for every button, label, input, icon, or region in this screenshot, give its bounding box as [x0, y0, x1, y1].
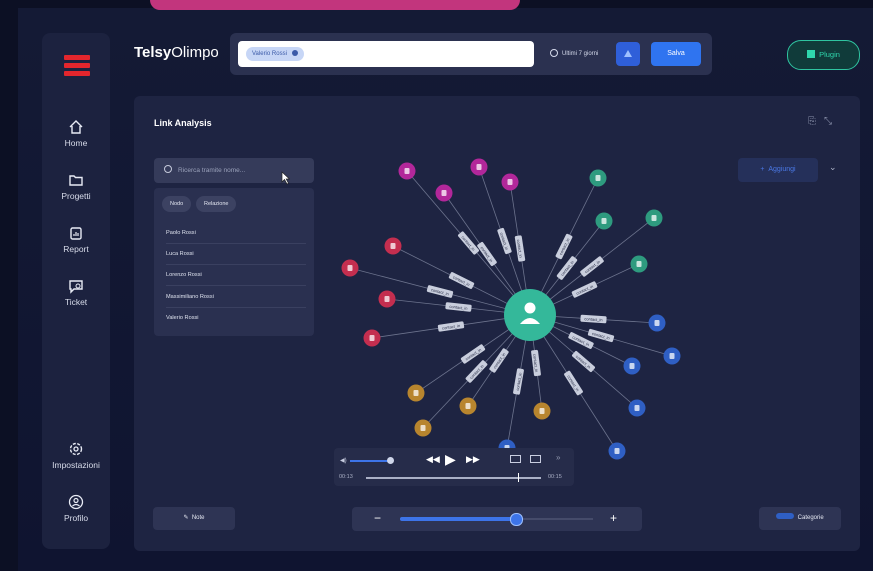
node-type-icon [601, 218, 607, 224]
node-type-icon [636, 261, 642, 267]
edge-label: contact_in [497, 227, 512, 255]
category-button[interactable]: Categorie [759, 507, 841, 530]
edge-label: contact_in [477, 241, 497, 267]
forward-icon[interactable]: ▶▶ [466, 454, 480, 465]
node-type-icon [614, 448, 620, 454]
volume-handle[interactable] [387, 457, 394, 464]
node-type-icon [629, 363, 635, 369]
node-type-icon [420, 425, 426, 431]
edge-label: contact_in [445, 302, 472, 312]
node-type-icon [465, 403, 471, 409]
zoom-out-button[interactable]: − [374, 511, 381, 525]
video-progress-handle[interactable] [517, 473, 520, 482]
edge-label: contact_in [531, 349, 541, 377]
edge-label: contact_in [513, 368, 524, 395]
edge-label: contact_in [437, 321, 465, 332]
zoom-handle[interactable] [509, 513, 523, 526]
node-type-icon [651, 215, 657, 221]
edge-label: contact_in [587, 328, 615, 343]
category-toggle-icon [776, 513, 795, 519]
node-type-icon [634, 405, 640, 411]
node-type-icon [539, 408, 545, 414]
edge-label: contact_in [448, 272, 475, 289]
volume-slider[interactable] [350, 460, 390, 462]
person-icon [524, 302, 536, 314]
svg-text:contact_in: contact_in [532, 354, 539, 373]
svg-text:contact_in: contact_in [460, 235, 476, 252]
edge-label: contact_in [555, 233, 573, 260]
node-type-icon [441, 190, 447, 196]
zoom-fill [400, 517, 516, 521]
note-button[interactable]: ✎ Note [153, 507, 235, 530]
edge-label: contact_in [571, 281, 598, 298]
node-type-icon [507, 179, 513, 185]
svg-text:contact_in: contact_in [566, 374, 580, 392]
node-type-icon [669, 353, 675, 359]
more-icon[interactable]: » [556, 453, 560, 462]
edge-label: contact_in [580, 256, 604, 277]
node-type-icon [384, 296, 390, 302]
node-type-icon [369, 335, 375, 341]
node-type-icon [476, 164, 482, 170]
volume-icon[interactable]: ◀) [340, 457, 347, 464]
svg-text:contact_in: contact_in [469, 363, 485, 380]
node-type-icon [404, 168, 410, 174]
video-player-controls: ◀) ◀◀ ▶ ▶▶ » 00:13 00:15 [334, 448, 574, 486]
node-type-icon [654, 320, 660, 326]
edge-label: contact_in [426, 285, 454, 298]
zoom-in-button[interactable]: + [610, 511, 617, 525]
pip-icon[interactable] [530, 455, 541, 463]
zoom-control: − + [352, 507, 642, 531]
edge-label: contact_in [458, 231, 479, 255]
edge-label: contact_in [465, 360, 488, 383]
video-progress-bar[interactable] [366, 477, 541, 479]
svg-text:contact_in: contact_in [575, 354, 592, 370]
screen-icon[interactable] [510, 455, 521, 463]
node-type-icon [413, 390, 419, 396]
rewind-icon[interactable]: ◀◀ [426, 454, 440, 465]
center-node[interactable] [504, 289, 556, 341]
node-type-icon [347, 265, 353, 271]
edge-label: contact_in [556, 256, 578, 280]
edge-label: contact_in [489, 348, 509, 373]
edge-label: contact_in [514, 235, 526, 262]
edge-label: contact_in [572, 350, 595, 373]
node-type-icon [595, 175, 601, 181]
pencil-icon: ✎ [183, 515, 189, 521]
edge-label: contact_in [564, 370, 583, 396]
node-type-icon [390, 243, 396, 249]
svg-text:contact_in: contact_in [591, 331, 610, 341]
play-icon[interactable]: ▶ [445, 451, 456, 468]
total-time: 00:15 [548, 474, 562, 480]
current-time: 00:13 [339, 474, 353, 480]
edge-label: contact_in [580, 314, 607, 324]
